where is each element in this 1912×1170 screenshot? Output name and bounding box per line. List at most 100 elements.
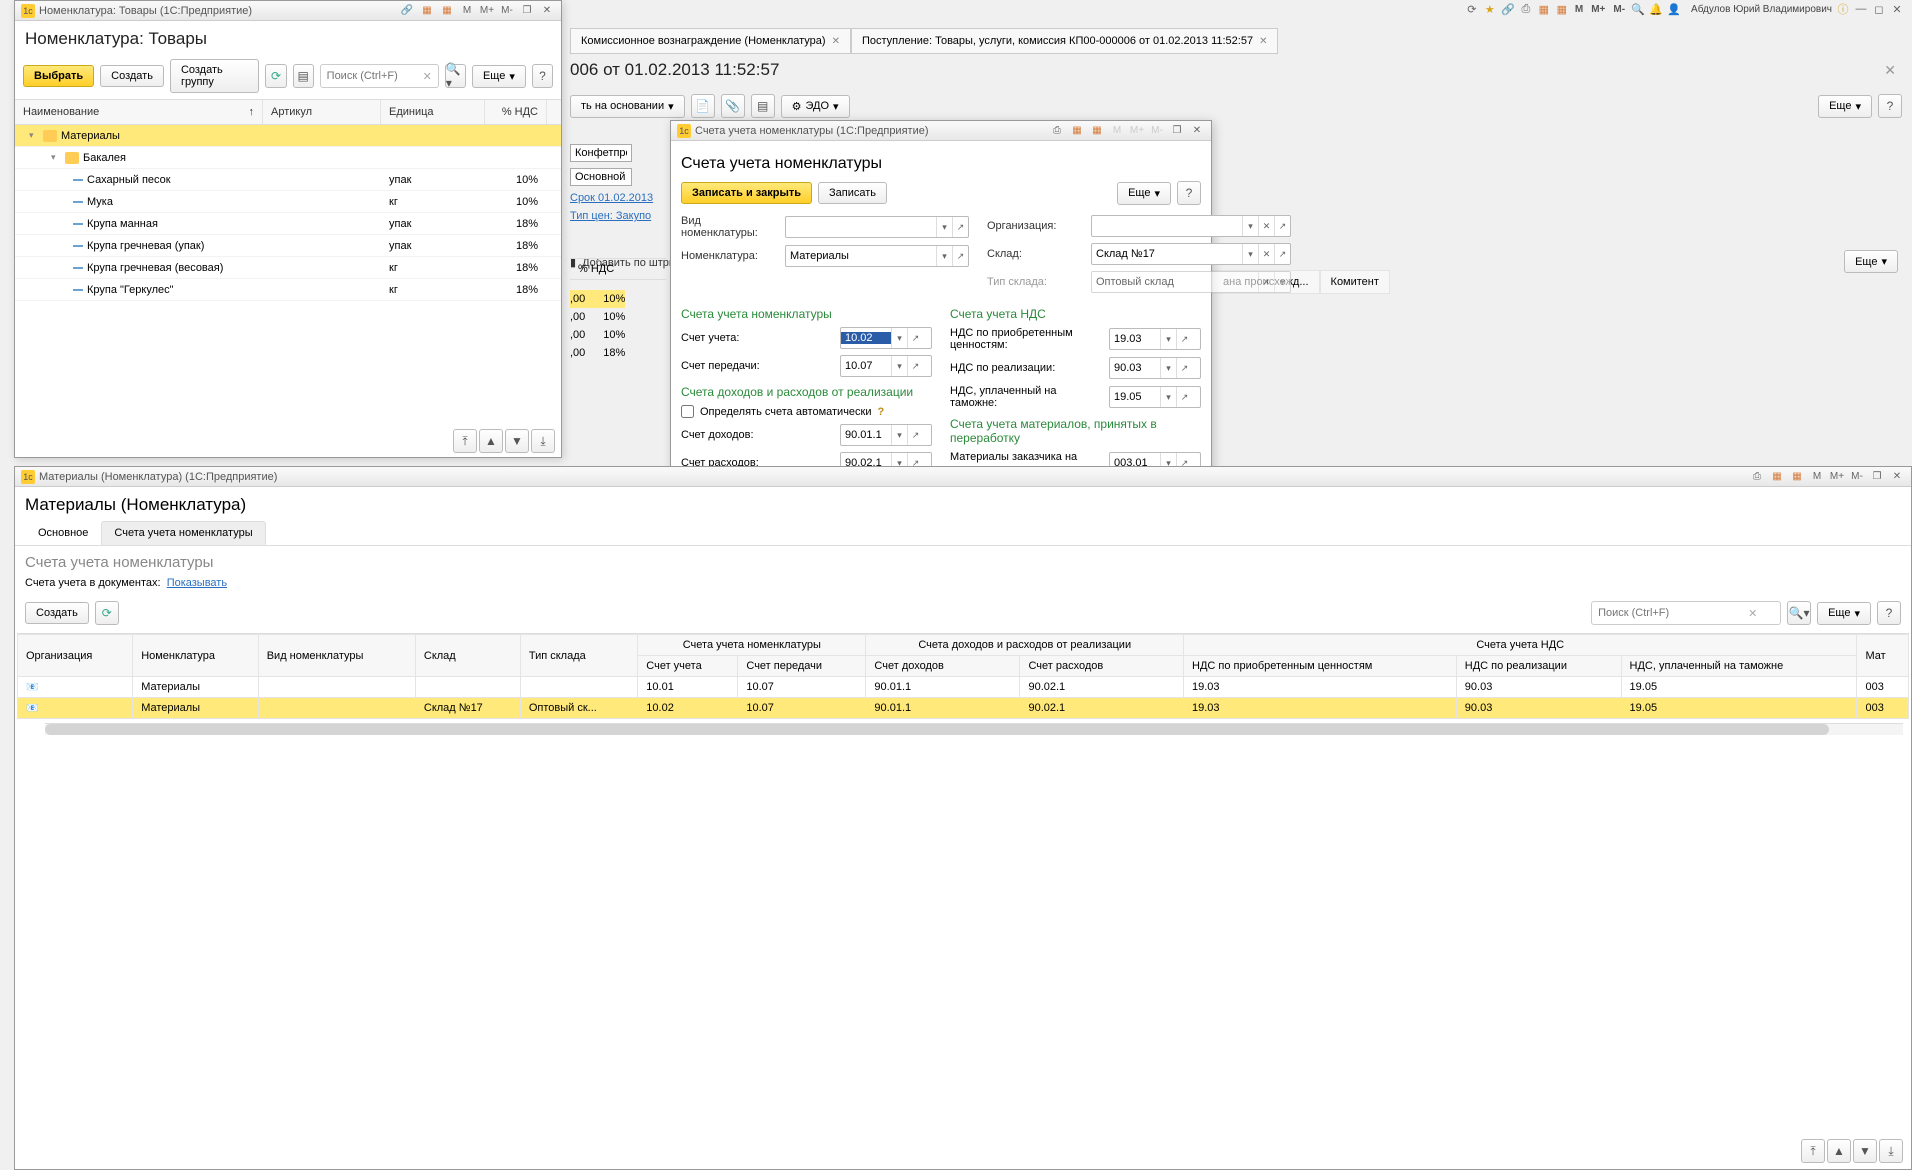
edo-button[interactable]: ⚙ ЭДО ▾ (781, 95, 850, 118)
save-close-button[interactable]: Записать и закрыть (681, 182, 812, 204)
mem-mplus[interactable]: M+ (1829, 470, 1845, 484)
open-icon[interactable]: ↗ (907, 356, 923, 376)
tab-commission[interactable]: Комиссионное вознаграждение (Номенклатур… (570, 28, 851, 53)
open-icon[interactable]: ↗ (1274, 216, 1290, 236)
table-row[interactable]: Мукакг10% (15, 191, 561, 213)
deadline-link[interactable]: Срок 01.02.2013 (570, 192, 653, 204)
kind-input[interactable]: ▾↗ (785, 216, 969, 238)
report-icon[interactable]: ▤ (751, 94, 775, 118)
chevron-down-icon[interactable]: ▾ (891, 356, 907, 376)
open-icon[interactable]: ↗ (1176, 329, 1192, 349)
print-icon[interactable]: ⎙ (1519, 2, 1533, 16)
col-group-nds[interactable]: Счета учета НДС (1184, 635, 1857, 656)
table-row[interactable]: ,0018% (570, 344, 625, 362)
more-button[interactable]: Еще ▾ (1818, 95, 1872, 118)
bell-icon[interactable]: 🔔 (1649, 2, 1663, 16)
titlebar[interactable]: 1c Материалы (Номенклатура) (1С:Предприя… (15, 467, 1911, 487)
col-wtype[interactable]: Тип склада (520, 635, 637, 677)
open-icon[interactable]: ↗ (952, 246, 968, 266)
table-row[interactable]: 📧МатериалыСклад №17Оптовый ск...10.0210.… (18, 698, 1909, 719)
info-icon[interactable]: ⓘ (1836, 2, 1850, 16)
close-icon[interactable]: ✕ (1889, 470, 1905, 484)
refresh-icon[interactable]: ⟳ (265, 64, 286, 88)
col-income[interactable]: Счет доходов (866, 656, 1020, 677)
mem-mminus[interactable]: M- (1611, 4, 1627, 15)
search-input[interactable]: ✕ (320, 64, 439, 88)
calendar-icon[interactable]: ▦ (439, 4, 455, 18)
transfer-input[interactable]: ▾↗ (840, 355, 932, 377)
based-on-button[interactable]: ть на основании ▾ (570, 95, 685, 118)
minimize-icon[interactable]: — (1854, 2, 1868, 16)
col-nom[interactable]: Номенклатура (133, 635, 259, 677)
clear-icon[interactable]: ✕ (1258, 272, 1274, 292)
help-icon[interactable]: ? (1878, 94, 1902, 118)
warehouse-input[interactable]: ▾✕↗ (1091, 243, 1291, 265)
help-icon[interactable]: ? (532, 64, 553, 88)
create-button[interactable]: Создать (25, 602, 89, 624)
col-article[interactable]: Артикул (263, 100, 381, 124)
tab-main[interactable]: Основное (25, 521, 101, 545)
search-icon[interactable]: 🔍▾ (445, 64, 466, 88)
org-field[interactable] (570, 144, 632, 162)
chevron-down-icon[interactable]: ▾ (1160, 329, 1176, 349)
mem-mplus[interactable]: M+ (1129, 124, 1145, 138)
chevron-down-icon[interactable]: ▾ (1160, 358, 1176, 378)
calendar-icon[interactable]: ▦ (1789, 470, 1805, 484)
table-row[interactable]: Крупа "Геркулес"кг18% (15, 279, 561, 301)
warehouse-field[interactable] (570, 168, 632, 186)
star-icon[interactable]: ★ (1483, 2, 1497, 16)
calc-icon[interactable]: ▦ (1069, 124, 1085, 138)
nav-bottom-icon[interactable]: ⤓ (531, 429, 555, 453)
create-button[interactable]: Создать (100, 65, 164, 87)
file-icon[interactable]: 📄 (691, 94, 715, 118)
chevron-down-icon[interactable]: ▾ (29, 130, 39, 141)
clear-icon[interactable]: ✕ (417, 70, 438, 83)
nav-top-icon[interactable]: ⤒ (453, 429, 477, 453)
show-link[interactable]: Показывать (167, 577, 227, 589)
mem-mminus[interactable]: M- (1149, 124, 1165, 138)
col-comitent[interactable]: Комитент (1320, 270, 1390, 294)
table-row[interactable]: ,0010% (570, 290, 625, 308)
col-nds-sale[interactable]: НДС по реализации (1456, 656, 1621, 677)
col-kind[interactable]: Вид номенклатуры (258, 635, 415, 677)
more-button[interactable]: Еще ▾ (1817, 602, 1871, 625)
clear-icon[interactable]: ✕ (1258, 244, 1274, 264)
list-icon[interactable]: ▤ (293, 64, 314, 88)
mem-m[interactable]: M (459, 4, 475, 18)
search-icon[interactable]: 🔍▾ (1787, 601, 1811, 625)
close-icon[interactable]: ✕ (539, 4, 555, 18)
nds-sale-input[interactable]: ▾↗ (1109, 357, 1201, 379)
calendar-icon[interactable]: ▦ (1089, 124, 1105, 138)
chevron-down-icon[interactable]: ▾ (891, 328, 907, 348)
nom-input[interactable]: ▾↗ (785, 245, 969, 267)
create-group-button[interactable]: Создать группу (170, 59, 260, 93)
restore-icon[interactable]: ❐ (1169, 124, 1185, 138)
horizontal-scrollbar[interactable] (45, 723, 1903, 735)
search-input[interactable]: ✕ (1591, 601, 1781, 625)
clear-icon[interactable]: ✕ (1258, 216, 1274, 236)
tab-receipt[interactable]: Поступление: Товары, услуги, комиссия КП… (851, 28, 1279, 53)
mem-mplus[interactable]: M+ (1589, 4, 1607, 15)
table-row[interactable]: Крупа гречневая (упак)упак18% (15, 235, 561, 257)
calc-icon[interactable]: ▦ (1769, 470, 1785, 484)
nav-up-icon[interactable]: ▲ (1827, 1139, 1851, 1163)
col-nds-customs[interactable]: НДС, уплаченный на таможне (1621, 656, 1857, 677)
chevron-down-icon[interactable]: ▾ (1160, 387, 1176, 407)
table-row[interactable]: Крупа гречневая (весовая)кг18% (15, 257, 561, 279)
col-nds-acq[interactable]: НДС по приобретенным ценностям (1184, 656, 1457, 677)
warehouse-type-input[interactable]: ✕▾ (1091, 271, 1291, 293)
tab-accounts[interactable]: Счета учета номенклатуры (101, 521, 265, 545)
nds-acq-input[interactable]: ▾↗ (1109, 328, 1201, 350)
price-type-link[interactable]: Тип цен: Закупо (570, 210, 651, 222)
table-row[interactable]: ,0010% (570, 308, 625, 326)
link-icon[interactable]: 🔗 (399, 4, 415, 18)
link-icon[interactable]: 🔗 (1501, 2, 1515, 16)
refresh-icon[interactable]: ⟳ (95, 601, 119, 625)
nav-top-icon[interactable]: ⤒ (1801, 1139, 1825, 1163)
attach-icon[interactable]: 📎 (721, 94, 745, 118)
calc-icon[interactable]: ▦ (419, 4, 435, 18)
col-expense[interactable]: Счет расходов (1020, 656, 1184, 677)
col-org[interactable]: Организация (18, 635, 133, 677)
col-whs[interactable]: Склад (415, 635, 520, 677)
col-unit[interactable]: Единица (381, 100, 485, 124)
